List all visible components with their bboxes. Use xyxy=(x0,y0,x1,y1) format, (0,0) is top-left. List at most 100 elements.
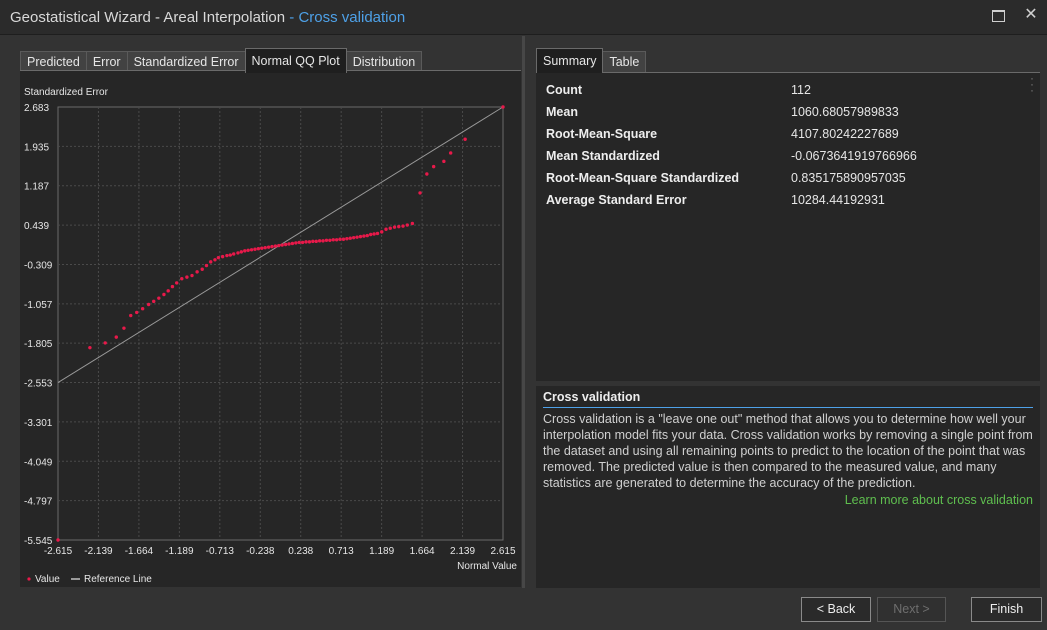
learn-more-link[interactable]: Learn more about cross validation xyxy=(845,493,1033,507)
reference-line xyxy=(57,106,504,383)
data-point xyxy=(314,239,318,244)
data-point xyxy=(501,105,505,109)
stat-value: 10284.44192931 xyxy=(791,193,885,207)
data-point xyxy=(140,307,145,311)
data-point xyxy=(185,275,189,279)
x-tick-label: 0.238 xyxy=(288,546,313,557)
y-tick-label: -2.553 xyxy=(24,379,53,390)
data-point xyxy=(129,313,133,318)
data-point xyxy=(328,238,332,242)
tab-normal-qq-plot[interactable]: Normal QQ Plot xyxy=(244,48,347,73)
summary-row-mean: Mean 1060.68057989833 xyxy=(546,105,1026,127)
x-tick-labels: -2.615 -2.139 -1.664 -1.189 -0.713 -0.238 0.23… xyxy=(44,546,516,557)
data-point xyxy=(232,252,236,256)
data-point xyxy=(263,245,267,250)
next-button[interactable]: Next > xyxy=(877,597,946,622)
vertical-ellipsis-icon[interactable]: · · · xyxy=(1030,72,1034,96)
y-tick-label: 1.187 xyxy=(24,182,49,193)
data-point xyxy=(152,299,156,304)
data-point xyxy=(174,281,179,285)
close-button[interactable]: ✕ xyxy=(1020,5,1042,23)
stat-label: Root-Mean-Square Standardized xyxy=(546,171,740,185)
data-point xyxy=(355,235,359,239)
summary-row-average-standard-error: Average Standard Error 10284.44192931 xyxy=(546,193,1026,215)
x-tick-label: 1.664 xyxy=(410,546,435,557)
data-point xyxy=(307,240,312,244)
legend-value-label: Value xyxy=(35,574,60,585)
tab-table[interactable]: Table xyxy=(602,51,647,73)
data-point xyxy=(195,270,199,274)
data-point xyxy=(448,151,453,155)
data-point xyxy=(162,292,166,297)
data-point xyxy=(260,246,264,250)
data-point xyxy=(425,172,429,176)
data-point xyxy=(375,231,380,236)
y-tick-label: -1.057 xyxy=(24,300,53,311)
data-point xyxy=(388,226,392,230)
x-axis-label: Normal Value xyxy=(457,561,517,572)
data-point xyxy=(213,258,217,262)
title-bar: Geostatistical Wizard - Areal Interpolat… xyxy=(0,0,1047,35)
data-point xyxy=(277,243,281,248)
left-panel: Predicted Error Standardized Error Norma… xyxy=(10,46,521,587)
data-point xyxy=(334,238,339,242)
y-tick-label: 2.683 xyxy=(24,103,49,114)
left-tab-strip: Predicted Error Standardized Error Norma… xyxy=(20,48,423,73)
panel-splitter[interactable] xyxy=(522,36,525,588)
data-point xyxy=(297,240,301,245)
maximize-button[interactable] xyxy=(987,7,1009,25)
normal-qq-plot: Standardized Error 2.683 1.935 1.187 0.439 -… xyxy=(24,87,517,585)
data-point xyxy=(280,243,284,247)
summary-row-count: Count 112 xyxy=(546,83,1026,105)
data-point xyxy=(384,227,388,231)
stat-label: Count xyxy=(546,83,583,97)
data-point xyxy=(397,224,401,229)
stat-label: Mean Standardized xyxy=(546,149,660,163)
maximize-icon xyxy=(991,10,1005,22)
data-point xyxy=(190,273,194,278)
cross-validation-description: Cross validation is a "leave one out" me… xyxy=(543,412,1033,490)
data-point xyxy=(243,249,247,253)
data-point xyxy=(103,341,107,345)
data-point xyxy=(249,248,254,252)
plot-grid xyxy=(58,107,503,540)
data-point xyxy=(341,237,346,241)
data-point xyxy=(239,250,244,254)
data-point xyxy=(204,263,209,268)
data-point xyxy=(294,241,298,245)
window-title-separator: - xyxy=(285,9,299,26)
data-points xyxy=(56,105,505,542)
stat-value: -0.0673641919766966 xyxy=(791,149,917,163)
data-point xyxy=(170,284,175,289)
data-point xyxy=(331,238,335,242)
close-icon: ✕ xyxy=(1024,6,1038,23)
data-point xyxy=(317,239,322,243)
data-point xyxy=(146,302,151,307)
summary-panel: · · · Count 112 Mean 1060.68057989833 Root… xyxy=(536,72,1040,381)
data-point xyxy=(283,242,288,247)
chart-legend: Value Reference Line xyxy=(27,574,152,585)
cross-validation-help: Cross validation Cross validation is a "… xyxy=(536,386,1040,588)
right-panel: Summary Table · · · Count 112 Mean 1060.68… xyxy=(536,48,1040,588)
data-point xyxy=(56,538,60,542)
data-point xyxy=(209,260,213,264)
data-point xyxy=(114,335,118,339)
data-point xyxy=(372,232,376,236)
x-tick-label: -0.238 xyxy=(246,546,275,557)
x-tick-label: -1.189 xyxy=(165,546,194,557)
qq-plot-area: Standardized Error 2.683 1.935 1.187 0.439 -… xyxy=(20,70,521,587)
tab-summary[interactable]: Summary xyxy=(536,48,604,73)
wizard-button-bar: < Back Next > Finish xyxy=(0,588,1047,630)
data-point xyxy=(442,159,446,164)
data-point xyxy=(290,241,295,246)
data-point xyxy=(345,237,349,241)
plot-frame xyxy=(57,106,504,541)
data-point xyxy=(236,251,240,255)
x-tick-label: 0.713 xyxy=(329,546,354,557)
back-button[interactable]: < Back xyxy=(801,597,871,622)
data-point xyxy=(273,244,278,248)
finish-button[interactable]: Finish xyxy=(971,597,1042,622)
x-tick-label: -2.615 xyxy=(44,546,73,557)
reference-line-segment xyxy=(57,106,504,383)
data-point xyxy=(266,245,271,249)
